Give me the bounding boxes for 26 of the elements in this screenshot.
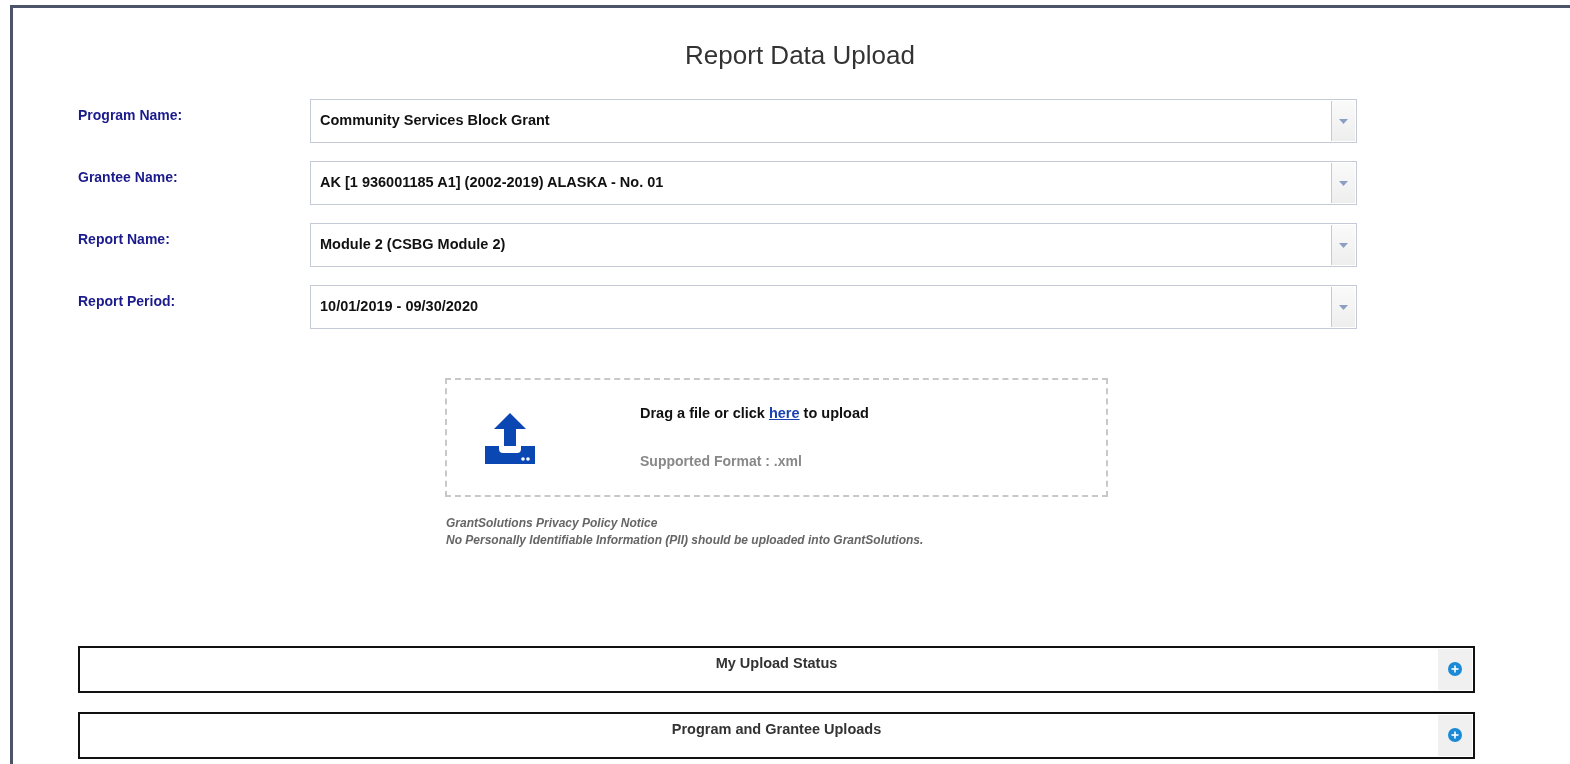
plus-icon xyxy=(1448,728,1462,743)
caret-icon xyxy=(1339,180,1348,186)
supported-format-text: Supported Format : .xml xyxy=(640,452,803,472)
select-dropdown[interactable]: Module 2 (CSBG Module 2) xyxy=(310,223,1357,267)
plus-icon xyxy=(1448,662,1462,677)
select-dropdown[interactable]: AK [1 936001185 A1] (2002-2019) ALASKA - No. 01 xyxy=(310,161,1357,205)
field-label: Program Name: xyxy=(78,106,184,125)
upload-icon xyxy=(484,411,536,464)
field-label: Report Name: xyxy=(78,230,171,249)
caret-icon xyxy=(1339,118,1348,124)
expand-button[interactable] xyxy=(1438,714,1472,756)
section-title: My Upload Status xyxy=(715,653,838,673)
select-dropdown[interactable]: 10/01/2019 - 09/30/2020 xyxy=(310,285,1357,329)
section-title: Program and Grantee Uploads xyxy=(671,719,882,739)
privacy-notice-title: GrantSolutions Privacy Policy Notice xyxy=(446,515,659,532)
caret-icon xyxy=(1339,304,1348,310)
upload-link[interactable]: here xyxy=(768,404,800,421)
upload-instructions: Drag a file or click here to upload xyxy=(640,403,869,423)
page-title: Report Data Upload xyxy=(684,39,916,72)
select-dropdown[interactable]: Community Services Block Grant xyxy=(310,99,1357,143)
upload-dropzone[interactable]: Drag a file or click here to upload Supported Format : .xml xyxy=(445,378,1108,497)
expand-button[interactable] xyxy=(1438,648,1472,690)
field-label: Report Period: xyxy=(78,292,177,311)
privacy-notice-text: No Personally Identifiable Information (PII) should be uploaded into GrantSolutions. xyxy=(446,531,925,549)
caret-icon xyxy=(1339,242,1348,248)
field-label: Grantee Name: xyxy=(78,168,179,187)
